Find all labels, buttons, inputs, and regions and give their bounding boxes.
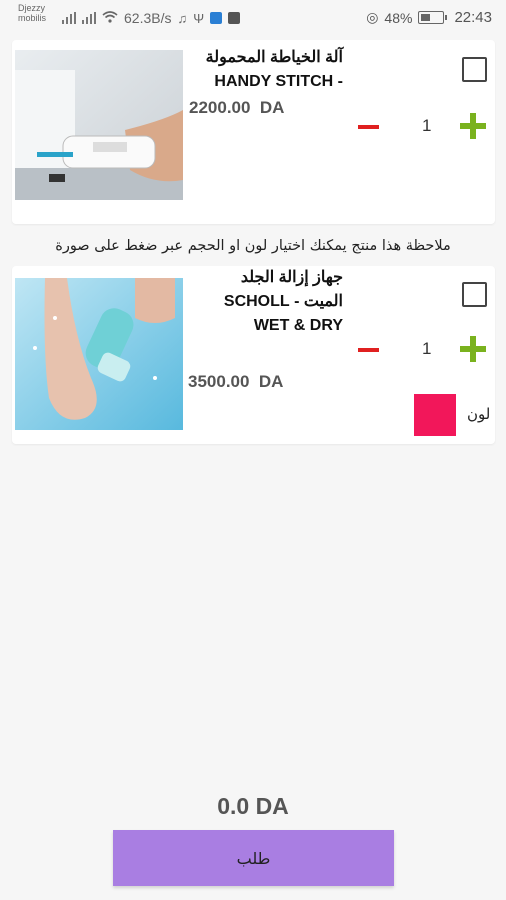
network-speed: 62.3B/s [124,10,172,26]
product-price: 3500.00 DA [188,372,284,391]
signal-icon-2 [82,12,96,24]
plus-icon[interactable] [460,336,486,362]
quantity-value: 1 [422,339,432,358]
product-title-english: HANDY STITCH - [214,73,343,90]
product-price: 2200.00 DA [189,98,285,117]
product-title-arabic: آلة الخياطة المحمولة [205,49,343,66]
select-checkbox[interactable] [462,282,487,307]
status-icons-left: 62.3B/s ♫ Ψ [62,10,241,26]
headset-icon: ◎ [366,9,379,25]
product-title: جهاز إزالة الجلد الميت - SCHOLL WET & DR… [143,266,343,338]
select-checkbox[interactable] [462,57,487,82]
minus-icon[interactable] [358,348,379,352]
status-bar: Djezzy mobilis 62.3B/s ♫ Ψ ◎ 48% 22:43 [0,0,506,34]
product-card-handy-stitch: آلة الخياطة المحمولة HANDY STITCH - 2200… [12,40,495,224]
product-title-arabic-2: الميت - SCHOLL [223,293,343,310]
plus-icon[interactable] [460,113,486,139]
minus-icon[interactable] [358,125,379,129]
order-button[interactable]: طلب [113,830,394,886]
color-label: لون [467,405,491,423]
total-price: 0.0 DA [217,793,289,819]
product-title-english: WET & DRY [253,317,343,334]
product-card-scholl: جهاز إزالة الجلد الميت - SCHOLL WET & DR… [12,266,495,444]
battery-percent: 48% [384,9,413,26]
product-title: آلة الخياطة المحمولة HANDY STITCH - [143,46,343,94]
facebook-icon [228,12,241,24]
color-size-note: ملاحظة هذا منتج يمكنك اختيار لون او الحج… [55,238,451,254]
quantity-stepper: 1 [358,336,488,364]
product-title-arabic: جهاز إزالة الجلد [240,269,343,286]
quantity-stepper: 1 [358,113,488,141]
quantity-value: 1 [422,116,432,135]
signal-icon [62,12,76,24]
battery-icon [418,11,448,24]
carrier-name: Djezzy mobilis [18,3,47,23]
wifi-icon [102,10,118,26]
shield-icon [210,12,223,24]
clock: 22:43 [454,9,492,26]
usb-icon: Ψ [193,10,205,26]
color-swatch[interactable] [414,394,456,436]
status-icons-right: ◎ 48% 22:43 [366,9,492,26]
music-icon: ♫ [177,10,188,26]
